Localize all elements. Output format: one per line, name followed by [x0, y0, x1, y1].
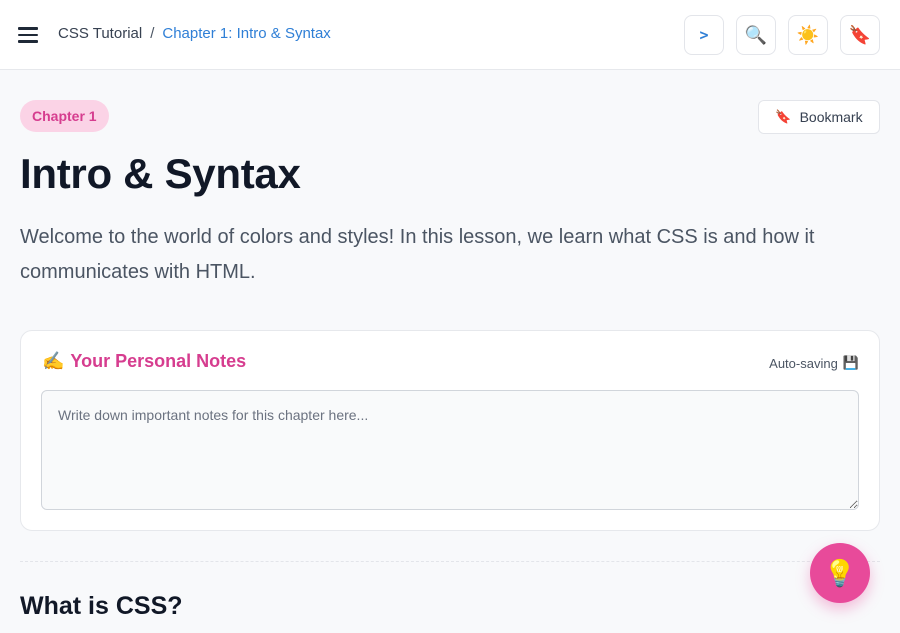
- code-editor-button[interactable]: >: [684, 15, 724, 55]
- breadcrumb-current[interactable]: Chapter 1: Intro & Syntax: [162, 25, 330, 42]
- page-title: Intro & Syntax: [20, 150, 301, 197]
- autosave-label: Auto-saving: [769, 355, 838, 371]
- theme-toggle-icon[interactable]: ☀️: [788, 15, 828, 55]
- breadcrumb-root-link[interactable]: CSS Tutorial: [58, 25, 142, 42]
- bookmarks-icon[interactable]: 🔖: [840, 15, 880, 55]
- section-heading: What is CSS?: [20, 592, 183, 620]
- bookmark-button[interactable]: 🔖 Bookmark: [758, 100, 880, 134]
- breadcrumb: CSS Tutorial / Chapter 1: Intro & Syntax: [58, 25, 331, 42]
- notes-card: ✍️ Your Personal Notes Auto-saving 💾: [20, 330, 880, 531]
- hamburger-menu-icon[interactable]: [18, 22, 44, 48]
- breadcrumb-separator: /: [150, 25, 155, 42]
- notes-title-label: Your Personal Notes: [70, 351, 247, 371]
- notes-title: ✍️ Your Personal Notes: [42, 351, 246, 372]
- chapter-intro: Welcome to the world of colors and style…: [20, 226, 815, 283]
- writing-hand-icon: ✍️: [42, 351, 65, 371]
- bookmark-icon: 🔖: [775, 109, 792, 124]
- floppy-disk-icon: 💾: [842, 355, 859, 370]
- lightbulb-icon[interactable]: 💡: [810, 543, 870, 603]
- section-divider: [20, 561, 880, 562]
- autosave-status: Auto-saving 💾: [769, 355, 859, 371]
- bookmark-button-label: Bookmark: [799, 109, 863, 125]
- chapter-badge: Chapter 1: [20, 100, 109, 132]
- search-icon[interactable]: 🔍: [736, 15, 776, 55]
- notes-textarea[interactable]: [41, 390, 859, 510]
- top-bar: CSS Tutorial / Chapter 1: Intro & Syntax…: [0, 0, 900, 70]
